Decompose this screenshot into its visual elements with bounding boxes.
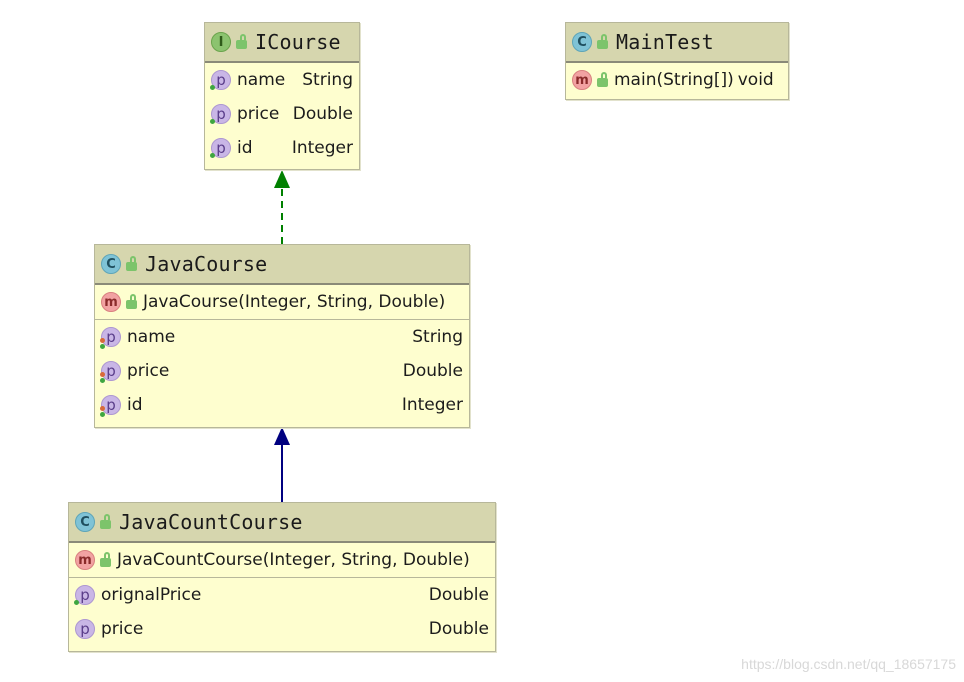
method-icon: m (101, 292, 121, 312)
field-row[interactable]: p price Double (95, 354, 469, 388)
method-icon: m (75, 550, 95, 570)
extends-arrow (274, 427, 290, 502)
visibility-dot (100, 378, 105, 383)
method-icon: m (572, 70, 592, 90)
field-row[interactable]: p id Integer (205, 131, 359, 165)
method-row[interactable]: m JavaCourse(Integer, String, Double) (95, 285, 469, 319)
field-type: Double (402, 361, 463, 381)
class-box-maintest[interactable]: C MainTest m main(String[]) void (565, 22, 789, 100)
fields-section: p name String p price Double p id Intege… (205, 63, 359, 165)
field-row[interactable]: p price Double (205, 97, 359, 131)
field-name: price (127, 361, 170, 381)
class-name: ICourse (255, 30, 341, 54)
class-header: C MainTest (566, 23, 788, 63)
method-signature: JavaCountCourse(Integer, String, Double) (117, 550, 470, 570)
visibility-dot (100, 338, 105, 343)
method-row[interactable]: m JavaCountCourse(Integer, String, Doubl… (69, 543, 495, 577)
field-row[interactable]: p name String (205, 63, 359, 97)
method-signature: main(String[]) (614, 70, 734, 90)
property-icon: p (75, 619, 95, 639)
field-name: id (237, 138, 253, 158)
public-lock-icon (597, 71, 608, 87)
field-type: String (412, 327, 463, 347)
method-return-type: void (737, 70, 774, 90)
field-type: String (302, 70, 353, 90)
watermark: https://blog.csdn.net/qq_18657175 (741, 656, 956, 672)
field-row[interactable]: p price Double (69, 612, 495, 646)
visibility-dot (100, 412, 105, 417)
visibility-dot (100, 344, 105, 349)
public-lock-icon (126, 255, 137, 271)
class-header: C JavaCourse (95, 245, 469, 285)
public-lock-icon (236, 33, 247, 49)
visibility-dot (210, 119, 215, 124)
class-name: JavaCourse (145, 252, 268, 276)
field-type: Integer (291, 138, 353, 158)
class-header: I ICourse (205, 23, 359, 63)
visibility-dot (210, 85, 215, 90)
class-icon: C (75, 512, 95, 532)
field-name: price (237, 104, 280, 124)
visibility-dot (74, 600, 79, 605)
field-name: name (237, 70, 286, 90)
class-box-javacourse[interactable]: C JavaCourse m JavaCourse(Integer, Strin… (94, 244, 470, 428)
fields-section: p orignalPrice Double p price Double (69, 578, 495, 646)
interface-icon: I (211, 32, 231, 52)
field-name: orignalPrice (101, 585, 202, 605)
method-signature: JavaCourse(Integer, String, Double) (143, 292, 446, 312)
field-name: name (127, 327, 176, 347)
field-type: Integer (401, 395, 463, 415)
class-icon: C (572, 32, 592, 52)
public-lock-icon (100, 513, 111, 529)
public-lock-icon (597, 33, 608, 49)
public-lock-icon (126, 293, 137, 309)
class-header: C JavaCountCourse (69, 503, 495, 543)
method-row[interactable]: m main(String[]) void (566, 63, 788, 97)
class-box-icourse[interactable]: I ICourse p name String p price Double p… (204, 22, 360, 170)
field-type: Double (428, 585, 489, 605)
methods-section: m main(String[]) void (566, 63, 788, 97)
field-row[interactable]: p name String (95, 320, 469, 354)
public-lock-icon (100, 551, 111, 567)
field-row[interactable]: p id Integer (95, 388, 469, 422)
field-type: Double (428, 619, 489, 639)
class-name: MainTest (616, 30, 714, 54)
visibility-dot (210, 153, 215, 158)
implements-arrow (274, 170, 290, 244)
field-name: id (127, 395, 143, 415)
methods-section: m JavaCourse(Integer, String, Double) (95, 285, 469, 320)
field-name: price (101, 619, 144, 639)
class-name: JavaCountCourse (119, 510, 303, 534)
class-box-javacountcourse[interactable]: C JavaCountCourse m JavaCountCourse(Inte… (68, 502, 496, 652)
visibility-dot (100, 406, 105, 411)
visibility-dot (100, 372, 105, 377)
field-row[interactable]: p orignalPrice Double (69, 578, 495, 612)
fields-section: p name String p price Double p id Intege… (95, 320, 469, 422)
field-type: Double (292, 104, 353, 124)
class-icon: C (101, 254, 121, 274)
methods-section: m JavaCountCourse(Integer, String, Doubl… (69, 543, 495, 578)
